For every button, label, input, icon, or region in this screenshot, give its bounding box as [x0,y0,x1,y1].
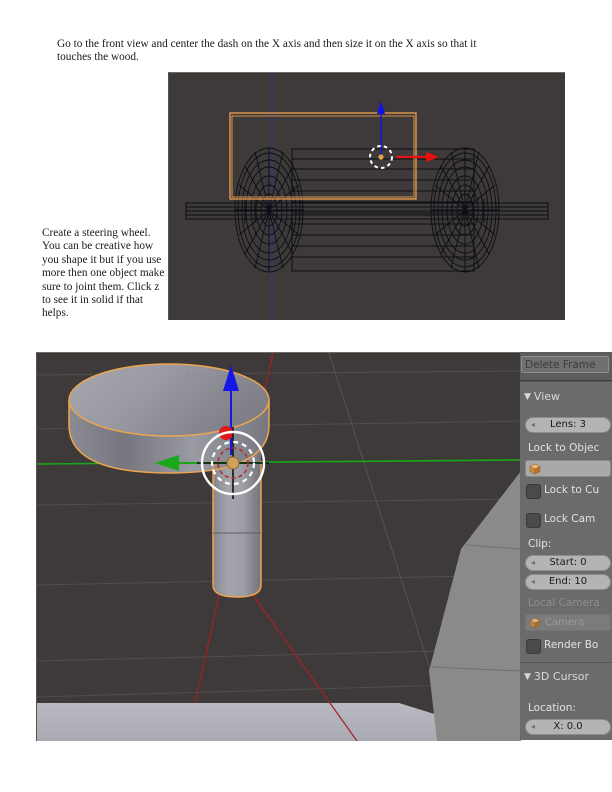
panel-divider-cursor [520,662,612,663]
front-orthographic-viewport[interactable] [168,72,565,320]
decrement-arrow-icon[interactable]: ◂ [531,575,535,589]
object-cube-icon [529,463,541,475]
clip-end-value: End: 10 [548,576,588,587]
cursor-x-field[interactable]: ◂ X: 0.0 [525,719,611,735]
chevron-down-icon: ▼ [524,392,531,402]
cursor-panel-header[interactable]: ▼ 3D Cursor [524,670,589,683]
local-camera-value: Camera [545,617,585,628]
local-camera-id-field[interactable]: Camera [525,614,611,631]
render-border-checkbox[interactable] [526,639,541,654]
properties-sidebar[interactable]: Delete Frame ▼ View ◂ Lens: 3 Lock to Obj… [520,352,612,740]
clip-end-field[interactable]: ◂ End: 10 [525,574,611,590]
gizmo-z-arrowhead [377,101,385,114]
perspective-solid-viewport[interactable] [36,352,521,741]
lock-to-cursor-checkbox[interactable] [526,484,541,499]
perspective-solid-render [37,353,521,741]
object-cube-icon [529,617,541,629]
view-panel-title: View [533,390,561,403]
wheel-left-wireframe [234,147,304,273]
decrement-arrow-icon[interactable]: ◂ [531,556,535,570]
decrement-arrow-icon[interactable]: ◂ [531,418,535,432]
decrement-arrow-icon[interactable]: ◂ [531,720,535,734]
axle-wireframe [185,199,549,223]
render-border-label: Render Bo [544,639,599,651]
lock-camera-checkbox[interactable] [526,513,541,528]
cursor-x-value: X: 0.0 [553,721,583,732]
panel-divider-top [520,381,612,382]
lock-to-cursor-label: Lock to Cu [544,484,600,496]
lock-to-object-id-field[interactable] [525,460,611,477]
lock-to-object-label: Lock to Objec [528,442,600,454]
view-panel-header[interactable]: ▼ View [524,390,560,403]
clip-start-value: Start: 0 [549,557,587,568]
instruction-text-left: Create a steering wheel. You can be crea… [42,227,165,320]
chevron-down-icon: ▼ [524,672,531,682]
front-view-wireframe-render [185,73,549,320]
clip-start-field[interactable]: ◂ Start: 0 [525,555,611,571]
lens-value-label: Lens: 3 [549,419,586,430]
cursor-location-label: Location: [528,702,576,714]
lens-number-field[interactable]: ◂ Lens: 3 [525,417,611,433]
local-camera-label: Local Camera [528,597,600,609]
dash-object-selection-outline [229,112,417,200]
lock-camera-label: Lock Cam [544,513,596,525]
gizmo-x-arrowhead [426,152,439,162]
wheel-right-wireframe [430,147,500,273]
transform-gizmo [377,101,439,162]
clip-label: Clip: [528,538,552,550]
delete-frame-button[interactable]: Delete Frame [521,356,609,373]
instruction-text-top: Go to the front view and center the dash… [57,38,477,64]
cursor-panel-title: 3D Cursor [533,670,590,683]
